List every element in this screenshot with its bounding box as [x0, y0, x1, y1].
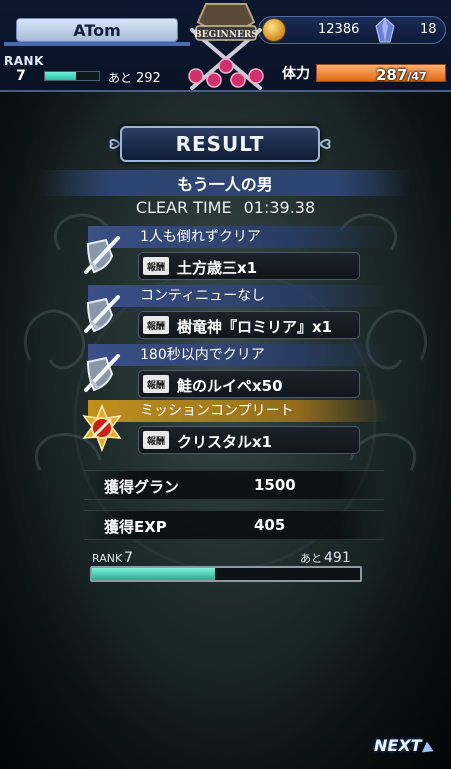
mission-complete-item: ミッションコンプリート 報酬 クリスタルx1 [74, 400, 388, 460]
gil-earned-row: 獲得グラン 1500 [84, 470, 384, 500]
beginners-emblem-icon: BEGINNERS [188, 3, 264, 90]
reward-text: クリスタルx1 [177, 433, 273, 451]
clear-time-value: 01:39.38 [243, 198, 316, 217]
reward-tag: 報酬 [143, 316, 169, 334]
title-flourish-right [320, 138, 331, 150]
result-title: RESULT [120, 126, 320, 162]
reward-tag: 報酬 [143, 257, 169, 275]
stamina-label: 体力 [282, 66, 310, 82]
reward-tag: 報酬 [143, 431, 169, 449]
exp-remaining-value: 292 [136, 71, 161, 86]
next-arrow-icon [421, 741, 436, 757]
exp-earned-value: 405 [254, 516, 286, 534]
exp-bar-fill [45, 72, 77, 80]
rank-value: 7 [16, 68, 26, 84]
stamina-current: 287 [376, 66, 408, 84]
mission-item: 1人も倒れずクリア 報酬 土方歳三x1 [74, 226, 388, 286]
sword-shield-icon [84, 236, 120, 274]
rank-progress-label-text: RANK [92, 552, 123, 565]
gil-earned-label: 獲得グラン [104, 478, 180, 496]
gold-medal-icon [82, 404, 122, 452]
reward-tag: 報酬 [143, 375, 169, 393]
mission-reward: 報酬 鮭のルイペx50 [138, 370, 360, 398]
title-flourish-left [109, 138, 120, 150]
emblem-text: BEGINNERS [194, 30, 258, 40]
mission-condition: ミッションコンプリート [88, 400, 388, 422]
rank-progress-remaining-value: 491 [324, 550, 351, 566]
exp-earned-label: 獲得EXP [104, 518, 167, 536]
stamina-value: 287/47 [376, 66, 427, 84]
mission-condition: コンティニューなし [88, 285, 388, 307]
mission-condition: 1人も倒れずクリア [88, 226, 388, 248]
clear-time: CLEAR TIME 01:39.38 [0, 198, 451, 217]
mission-item: コンティニューなし 報酬 樹竜神『ロミリア』x1 [74, 285, 388, 345]
exp-earned-row: 獲得EXP 405 [84, 510, 384, 540]
next-button[interactable]: NEXT [374, 734, 444, 757]
player-header: ATom RANK 7 あと 292 12386 18 体力 287/47 BEG… [0, 0, 451, 92]
mission-condition: 180秒以内でクリア [88, 344, 388, 366]
exp-bar [44, 71, 100, 81]
sword-shield-icon [84, 354, 120, 392]
name-underline [4, 42, 190, 46]
mission-reward: 報酬 土方歳三x1 [138, 252, 360, 280]
next-button-label: NEXT [374, 735, 422, 755]
mission-reward: 報酬 樹竜神『ロミリア』x1 [138, 311, 360, 339]
mission-reward: 報酬 クリスタルx1 [138, 426, 360, 454]
gil-value: 12386 [318, 22, 360, 37]
rank-progress-remaining: あと 491 [300, 550, 351, 566]
exp-remaining-label: あと [108, 71, 133, 85]
mission-item: 180秒以内でクリア 報酬 鮭のルイペx50 [74, 344, 388, 404]
rank-label: RANK [4, 54, 44, 68]
rank-progress-fill [92, 568, 216, 580]
gil-earned-value: 1500 [254, 476, 296, 494]
rank-progress-remaining-label: あと [300, 552, 322, 565]
player-name: ATom [16, 18, 178, 42]
rank-progress-rank: 7 [124, 550, 134, 566]
crystal-icon [375, 17, 395, 43]
reward-text: 樹竜神『ロミリア』x1 [177, 318, 333, 336]
clear-time-label: CLEAR TIME [135, 198, 232, 217]
crystal-value: 18 [420, 22, 437, 37]
rank-progress-label: RANK 7 [92, 550, 133, 566]
sword-shield-icon [84, 295, 120, 333]
stamina-max: /47 [407, 70, 427, 83]
quest-name: もう一人の男 [40, 170, 410, 196]
reward-text: 土方歳三x1 [177, 259, 258, 277]
rank-progress-bar [90, 566, 362, 582]
exp-remaining: あと 292 [108, 69, 161, 86]
reward-text: 鮭のルイペx50 [177, 377, 283, 395]
